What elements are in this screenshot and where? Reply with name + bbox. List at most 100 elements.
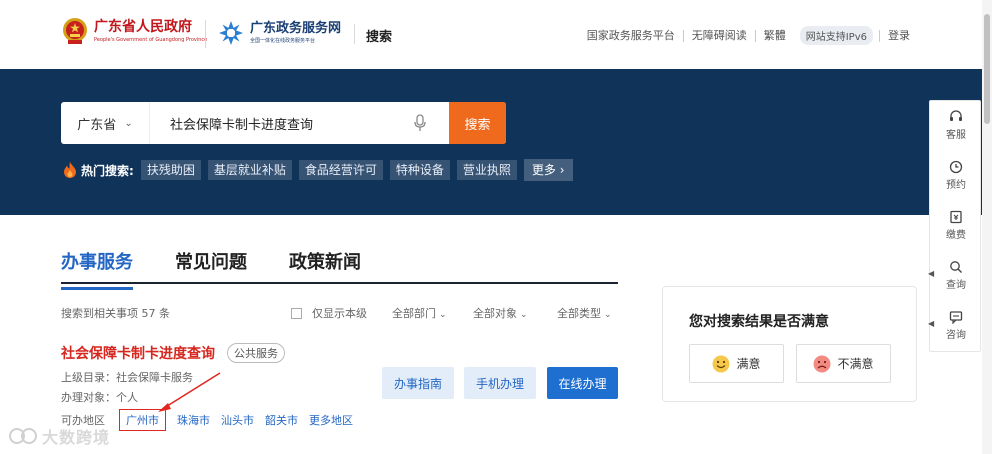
customer-service-button[interactable]: 客服: [930, 101, 982, 151]
floating-toolbar: 客服 预约 缴费 ◀ 查询 ◀ 咨询: [928, 100, 982, 352]
guide-button[interactable]: 办事指南: [382, 367, 454, 399]
filter-label: 全部对象: [473, 307, 517, 320]
query-button[interactable]: ◀ 查询: [928, 251, 982, 301]
scroll-thumb[interactable]: [984, 14, 990, 124]
appointment-button[interactable]: 预约: [930, 151, 982, 201]
region-select-value: 广东省: [77, 117, 117, 133]
search-input-value: 社会保障卡制卡进度查询: [170, 117, 314, 133]
checkbox-box[interactable]: [291, 307, 302, 319]
search-banner: 广东省 ⌄ 社会保障卡制卡进度查询 搜索 热门搜索: 扶残助困 基层就业补贴 食…: [0, 69, 992, 215]
national-emblem-icon: [63, 18, 87, 44]
page-label: 搜索: [366, 30, 393, 45]
hot-tag[interactable]: 扶残助困: [140, 160, 201, 180]
page-scrollbar[interactable]: [982, 0, 992, 454]
more-areas-link[interactable]: 更多地区: [309, 412, 353, 428]
filter-type[interactable]: 全部类型 ⌄: [557, 305, 612, 321]
filter-target[interactable]: 全部对象 ⌄: [473, 305, 528, 321]
satisfaction-card: 您对搜索结果是否满意 满意 不满意: [662, 286, 917, 402]
top-links: 国家政务服务平台 无障碍阅读 繁體 网站支持IPv6 登录: [579, 26, 918, 45]
area-link-shantou[interactable]: 汕头市: [221, 412, 254, 428]
link-accessibility[interactable]: 无障碍阅读: [682, 29, 755, 42]
link-national-platform[interactable]: 国家政务服务平台: [579, 29, 683, 42]
consult-button[interactable]: ◀ 咨询: [928, 301, 982, 351]
parent-directory: 上级目录：社会保障卡服务: [61, 371, 193, 384]
unsatisfied-button[interactable]: 不满意: [796, 344, 891, 383]
hot-search-label: 热门搜索:: [81, 163, 134, 178]
gov-title: 广东省人民政府: [94, 19, 192, 35]
hot-search: 热门搜索: 扶残助困 基层就业补贴 食品经营许可 特种设备 营业执照 更多 ›: [63, 159, 573, 181]
gov-logo[interactable]: 广东省人民政府 People's Government of Guangdong…: [62, 17, 207, 45]
service-type-badge: 公共服务: [227, 343, 285, 363]
watermark-text: 大数跨境: [42, 428, 111, 447]
hot-tag[interactable]: 营业执照: [456, 160, 517, 180]
chevron-down-icon: ⌄: [604, 310, 612, 320]
service-logo[interactable]: 广东政务服务网 全国一体化在线政务服务平台: [218, 20, 341, 46]
search-icon: [950, 261, 962, 273]
payment-button[interactable]: 缴费: [930, 201, 982, 251]
search-box: 广东省 ⌄ 社会保障卡制卡进度查询 搜索: [61, 102, 506, 144]
satisfaction-title: 您对搜索结果是否满意: [689, 314, 829, 330]
service-title: 广东政务服务网: [250, 21, 342, 36]
only-local-checkbox[interactable]: 仅显示本级: [291, 305, 367, 321]
header-divider: [205, 20, 206, 48]
service-logo-icon: [219, 21, 243, 45]
microphone-icon[interactable]: [413, 114, 427, 132]
payment-icon: [950, 210, 962, 224]
float-label: 预约: [946, 180, 966, 191]
hot-more-label: 更多: [531, 163, 556, 177]
link-traditional-chinese[interactable]: 繁體: [754, 29, 794, 42]
login-link[interactable]: 登录: [879, 29, 918, 42]
satisfied-button[interactable]: 满意: [689, 344, 784, 383]
sad-face-icon: [813, 355, 831, 372]
page: 广东省人民政府 People's Government of Guangdong…: [0, 0, 992, 454]
chevron-right-icon: ›: [559, 163, 565, 177]
float-label: 缴费: [946, 230, 966, 241]
caret-left-icon: ◀: [928, 269, 935, 278]
results-toolbar: 搜索到相关事项 57 条 仅显示本级 全部部门 ⌄ 全部对象 ⌄ 全部类型 ⌄: [61, 305, 618, 321]
watermark-logo-icon: [9, 428, 37, 444]
gov-subtitle: People's Government of Guangdong Provinc…: [94, 37, 208, 43]
result-count: 搜索到相关事项 57 条: [61, 307, 170, 320]
chat-icon: [949, 311, 963, 324]
float-label: 查询: [946, 280, 966, 291]
area-link-shaoguan[interactable]: 韶关市: [265, 412, 298, 428]
mobile-handle-button[interactable]: 手机办理: [464, 367, 536, 399]
region-select[interactable]: 广东省 ⌄: [61, 102, 150, 144]
hot-more-button[interactable]: 更多 ›: [523, 159, 573, 181]
only-local-label: 仅显示本级: [312, 307, 367, 320]
filter-label: 全部部门: [392, 307, 436, 320]
area-link-guangzhou[interactable]: 广州市: [119, 409, 166, 431]
headset-icon: [950, 110, 962, 121]
header-divider: [354, 24, 355, 44]
tab-policy-news[interactable]: 政策新闻: [289, 250, 361, 282]
tab-services[interactable]: 办事服务: [61, 250, 133, 290]
area-link-zhuhai[interactable]: 珠海市: [177, 412, 210, 428]
result-tabs: 办事服务 常见问题 政策新闻: [61, 250, 618, 290]
chevron-down-icon: ⌄: [439, 310, 447, 320]
hot-tag[interactable]: 特种设备: [389, 160, 450, 180]
unsatisfied-label: 不满意: [837, 357, 874, 371]
float-label: 客服: [946, 130, 966, 141]
filter-label: 全部类型: [557, 307, 601, 320]
clock-icon: [949, 160, 963, 174]
filter-department[interactable]: 全部部门 ⌄: [392, 305, 447, 321]
service-subtitle: 全国一体化在线政务服务平台: [250, 38, 316, 44]
search-input[interactable]: 社会保障卡制卡进度查询: [150, 102, 449, 144]
smile-face-icon: [712, 355, 730, 372]
tab-faq[interactable]: 常见问题: [175, 250, 247, 282]
hot-tag[interactable]: 食品经营许可: [298, 160, 383, 180]
handling-target: 办理对象：个人: [61, 391, 138, 404]
chevron-down-icon: ⌄: [124, 117, 133, 129]
online-handle-button[interactable]: 在线办理: [547, 367, 618, 399]
flame-icon: [64, 162, 76, 178]
caret-left-icon: ◀: [928, 319, 935, 328]
site-header: 广东省人民政府 People's Government of Guangdong…: [0, 0, 992, 69]
satisfied-label: 满意: [736, 357, 761, 371]
search-button[interactable]: 搜索: [449, 102, 506, 144]
watermark: 大数跨境: [8, 424, 110, 448]
result-title-link[interactable]: 社会保障卡制卡进度查询: [61, 343, 215, 363]
chevron-down-icon: ⌄: [520, 310, 528, 320]
ipv6-badge: 网站支持IPv6: [799, 26, 873, 45]
hot-tag[interactable]: 基层就业补贴: [207, 160, 292, 180]
float-label: 咨询: [946, 330, 966, 341]
